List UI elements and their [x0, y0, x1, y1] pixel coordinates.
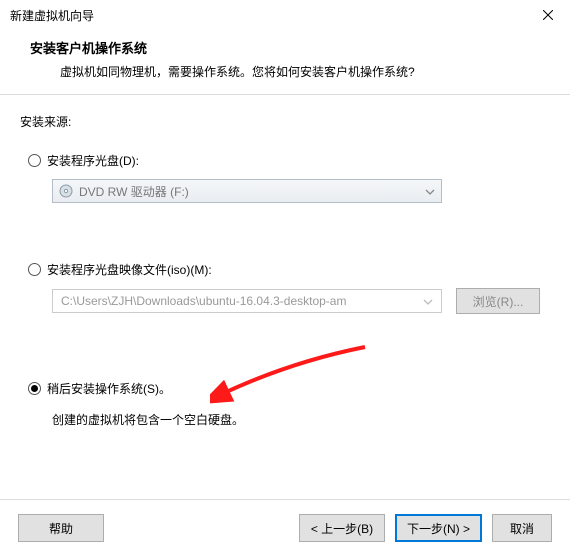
chevron-down-icon — [425, 184, 435, 198]
radio-row-disc[interactable]: 安装程序光盘(D): — [28, 152, 550, 169]
option-install-later: 稍后安装操作系统(S)。 创建的虚拟机将包含一个空白硬盘。 — [20, 380, 550, 428]
option-iso-file: 安装程序光盘映像文件(iso)(M): C:\Users\ZJH\Downloa… — [20, 261, 550, 314]
titlebar: 新建虚拟机向导 — [0, 0, 570, 30]
radio-disc[interactable] — [28, 154, 41, 167]
radio-iso-label: 安装程序光盘映像文件(iso)(M): — [47, 261, 212, 278]
cancel-button[interactable]: 取消 — [492, 514, 552, 542]
source-label: 安装来源: — [20, 113, 550, 130]
disc-dropdown[interactable]: DVD RW 驱动器 (F:) — [52, 179, 442, 203]
radio-later[interactable] — [28, 382, 41, 395]
page-title: 安装客户机操作系统 — [30, 38, 550, 57]
annotation-arrow — [210, 342, 370, 408]
next-button[interactable]: 下一步(N) > — [395, 514, 482, 542]
radio-row-later[interactable]: 稍后安装操作系统(S)。 — [28, 380, 550, 397]
content-area: 安装来源: 安装程序光盘(D): DVD RW 驱动器 (F:) 安装程序光盘映… — [0, 95, 570, 428]
wizard-header: 安装客户机操作系统 虚拟机如同物理机，需要操作系统。您将如何安装客户机操作系统? — [0, 30, 570, 94]
page-subtitle: 虚拟机如同物理机，需要操作系统。您将如何安装客户机操作系统? — [30, 63, 550, 80]
iso-path-input[interactable]: C:\Users\ZJH\Downloads\ubuntu-16.04.3-de… — [52, 289, 442, 313]
disc-dropdown-text: DVD RW 驱动器 (F:) — [79, 183, 425, 200]
footer: 帮助 < 上一步(B) 下一步(N) > 取消 — [0, 514, 570, 542]
later-hint: 创建的虚拟机将包含一个空白硬盘。 — [52, 411, 550, 428]
radio-later-label: 稍后安装操作系统(S)。 — [47, 380, 171, 397]
radio-iso[interactable] — [28, 263, 41, 276]
browse-button[interactable]: 浏览(R)... — [456, 288, 540, 314]
close-button[interactable] — [525, 0, 570, 30]
iso-path-text: C:\Users\ZJH\Downloads\ubuntu-16.04.3-de… — [61, 294, 346, 308]
radio-disc-label: 安装程序光盘(D): — [47, 152, 139, 169]
help-button[interactable]: 帮助 — [18, 514, 104, 542]
footer-divider — [0, 499, 570, 500]
window-title: 新建虚拟机向导 — [10, 7, 94, 24]
option-installer-disc: 安装程序光盘(D): DVD RW 驱动器 (F:) — [20, 152, 550, 203]
back-button[interactable]: < 上一步(B) — [299, 514, 385, 542]
disc-icon — [59, 184, 73, 198]
close-icon — [543, 10, 553, 20]
radio-row-iso[interactable]: 安装程序光盘映像文件(iso)(M): — [28, 261, 550, 278]
chevron-down-icon — [423, 294, 433, 308]
